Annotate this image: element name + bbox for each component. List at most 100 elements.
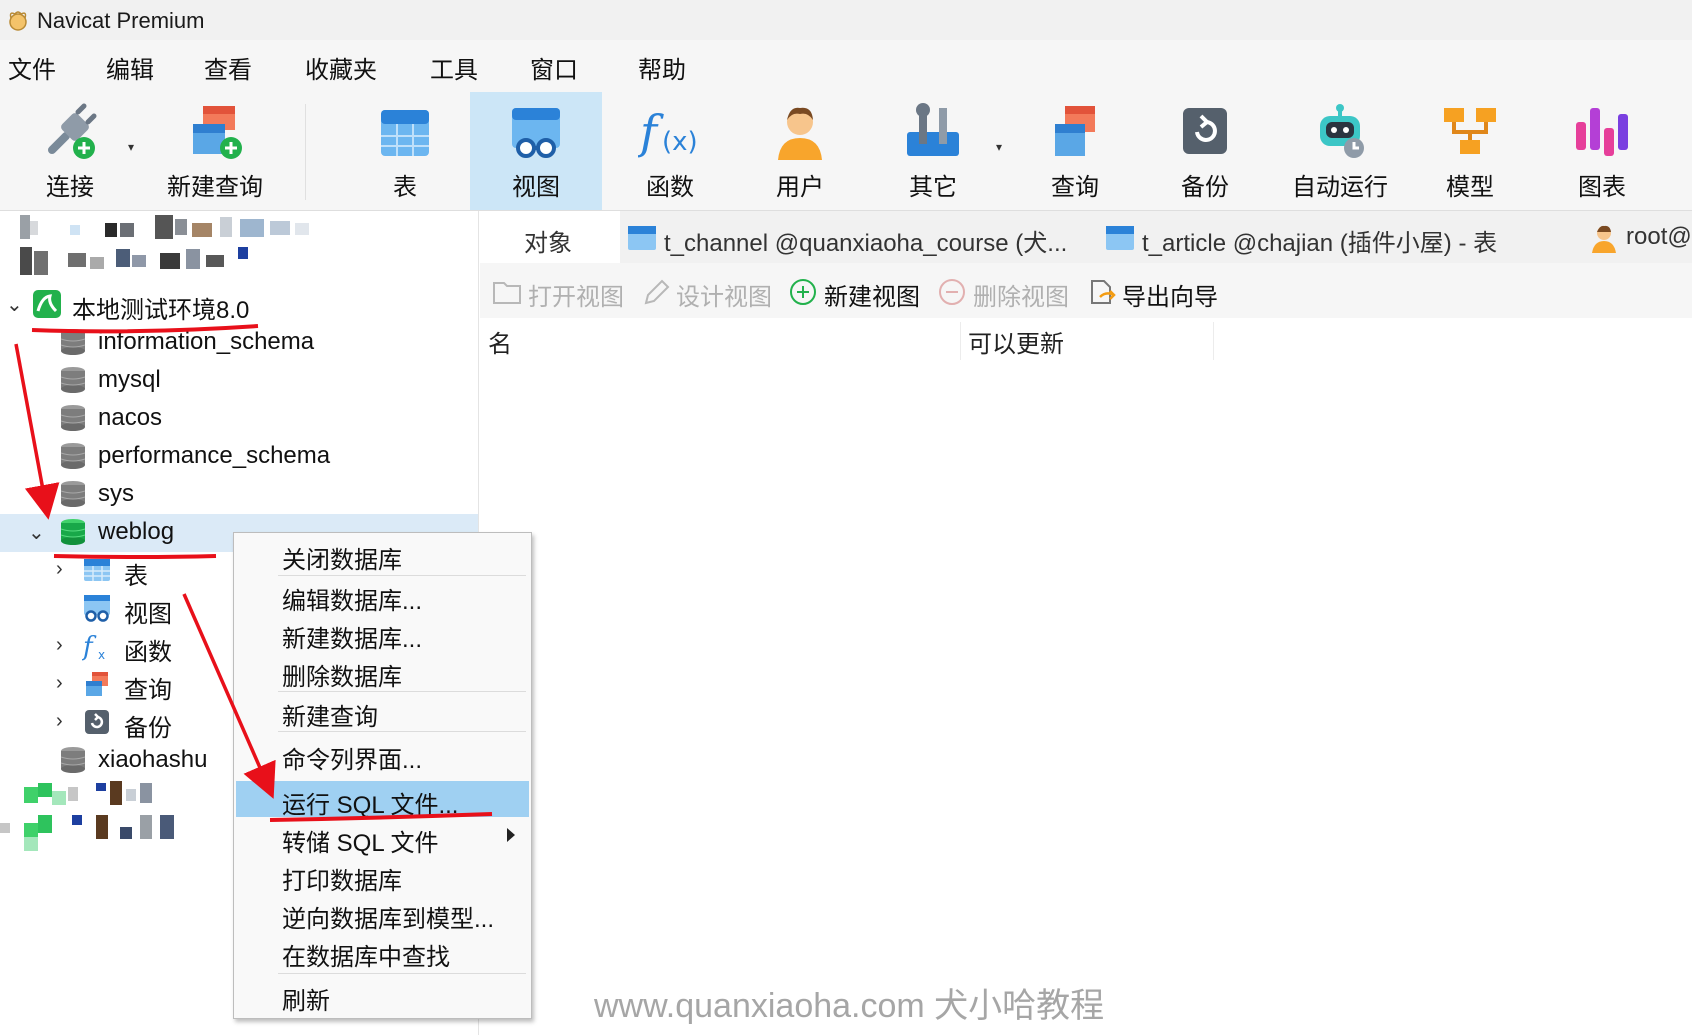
design-view-label: 设计视图 — [676, 284, 772, 311]
menu-separator — [278, 973, 526, 974]
menu-item-reverse-to-model[interactable]: 逆向数据库到模型... — [236, 895, 529, 933]
menu-item-refresh[interactable]: 刷新 — [236, 977, 529, 1015]
column-divider — [1213, 322, 1214, 360]
svg-text:f: f — [638, 105, 664, 159]
column-header-updatable[interactable]: 可以更新 — [968, 324, 1064, 359]
toolbar-chart-button[interactable]: 图表 — [1537, 92, 1667, 210]
menu-item-label: 删除数据库 — [282, 664, 402, 691]
design-view-button[interactable]: 设计视图 — [640, 277, 772, 312]
chevron-down-icon[interactable]: ⌄ — [28, 520, 45, 545]
title-bar: Navicat Premium — [0, 0, 1692, 40]
delete-view-button[interactable]: 删除视图 — [937, 277, 1069, 312]
tab-root-user[interactable]: root@ — [1580, 211, 1692, 263]
user-icon — [778, 107, 822, 160]
export-wizard-button[interactable]: 导出向导 — [1086, 277, 1218, 312]
menu-item-new-database[interactable]: 新建数据库... — [236, 615, 529, 653]
toolbar-connect-button[interactable]: 连接 — [10, 92, 130, 210]
blurred-connection-row — [20, 215, 320, 239]
toolbar-backup-button[interactable]: 备份 — [1140, 92, 1270, 210]
toolbar-model-button[interactable]: 模型 — [1405, 92, 1535, 210]
database-icon — [60, 747, 86, 773]
connect-dropdown-arrow[interactable]: ▾ — [128, 92, 140, 210]
toolbar-function-button[interactable]: f (x) 函数 — [605, 92, 735, 210]
open-view-button[interactable]: 打开视图 — [492, 277, 624, 312]
object-list-header: 名 可以更新 — [480, 318, 1692, 364]
menu-window[interactable]: 窗口 — [530, 50, 578, 85]
menu-item-dump-sql-file[interactable]: 转储 SQL 文件 — [236, 819, 529, 857]
database-icon — [60, 329, 86, 355]
toolbar-query-label: 查询 — [1051, 174, 1099, 201]
database-name: weblog — [98, 518, 175, 545]
menu-item-label: 刷新 — [282, 988, 330, 1015]
toolbar-other-label: 其它 — [909, 174, 957, 201]
menu-item-run-sql-file[interactable]: 运行 SQL 文件... — [236, 781, 529, 819]
menu-item-label: 转储 SQL 文件 — [282, 830, 439, 857]
chevron-right-icon[interactable]: › — [56, 672, 63, 695]
toolbar-table-button[interactable]: 表 — [340, 92, 470, 210]
menu-favorites[interactable]: 收藏夹 — [305, 50, 377, 85]
menu-item-close-database[interactable]: 关闭数据库 — [236, 536, 529, 574]
new-view-button[interactable]: 新建视图 — [788, 277, 920, 312]
other-dropdown-arrow[interactable]: ▾ — [996, 92, 1008, 210]
menu-tools[interactable]: 工具 — [430, 50, 478, 85]
menu-item-new-query[interactable]: 新建查询 — [236, 693, 529, 731]
model-icon — [1444, 108, 1496, 154]
minus-circle-icon — [939, 279, 965, 305]
object-toolbar: 打开视图 设计视图 新建视图 删除视图 导出向导 — [480, 263, 1692, 318]
menu-item-label: 新建数据库... — [282, 626, 423, 653]
submenu-arrow-icon — [507, 828, 515, 842]
chevron-right-icon[interactable]: › — [56, 710, 63, 733]
toolbar-automation-button[interactable]: 自动运行 — [1270, 92, 1410, 210]
tree-db-information-schema[interactable]: information_schema — [0, 324, 478, 362]
backup-icon — [1183, 108, 1227, 154]
menu-item-find-in-database[interactable]: 在数据库中查找 — [236, 933, 529, 971]
column-header-name[interactable]: 名 — [488, 324, 512, 359]
tab-label: 对象 — [524, 230, 572, 257]
toolbar-user-button[interactable]: 用户 — [735, 92, 865, 210]
menu-edit[interactable]: 编辑 — [106, 50, 154, 85]
menu-item-label: 命令列界面... — [282, 747, 423, 774]
tab-t-channel[interactable]: t_channel @quanxiaoha_course (犬... — [624, 211, 1074, 263]
toolbar-backup-label: 备份 — [1181, 174, 1229, 201]
table-icon — [1106, 226, 1134, 250]
toolbar-other-button[interactable]: 其它 — [868, 92, 998, 210]
svg-text:(x): (x) — [662, 127, 698, 157]
chevron-right-icon[interactable]: › — [56, 558, 63, 581]
menu-item-edit-database[interactable]: 编辑数据库... — [236, 577, 529, 615]
toolbar-connect-label: 连接 — [46, 174, 94, 201]
tab-label: t_article @chajian (插件小屋) - 表 — [1142, 230, 1498, 257]
tree-db-sys[interactable]: sys — [0, 476, 478, 514]
database-icon — [60, 443, 86, 469]
query-icon — [86, 672, 108, 696]
database-icon — [60, 367, 86, 393]
tree-db-nacos[interactable]: nacos — [0, 400, 478, 438]
toolbar-view-button[interactable]: 视图 — [470, 92, 602, 210]
menu-item-print-database[interactable]: 打印数据库 — [236, 857, 529, 895]
tree-db-mysql[interactable]: mysql — [0, 362, 478, 400]
tab-t-article[interactable]: t_article @chajian (插件小屋) - 表 — [1102, 211, 1557, 263]
tree-connection-local[interactable]: ⌄ 本地测试环境8.0 — [0, 286, 478, 324]
column-divider — [960, 322, 961, 360]
window-title: Navicat Premium — [37, 8, 205, 33]
chevron-right-icon[interactable]: › — [56, 634, 63, 657]
tab-objects[interactable]: 对象 — [480, 211, 620, 263]
chart-icon — [1576, 108, 1628, 156]
database-icon — [60, 405, 86, 431]
toolbar-new-query-label: 新建查询 — [167, 174, 263, 201]
pixelated-text — [20, 247, 248, 275]
pixelated-text — [0, 781, 174, 851]
folder-open-icon — [493, 282, 521, 304]
chevron-down-icon[interactable]: ⌄ — [6, 292, 23, 317]
menu-file[interactable]: 文件 — [8, 50, 56, 85]
menu-item-command-line[interactable]: 命令列界面... — [236, 736, 529, 774]
backup-icon — [85, 710, 109, 734]
tree-db-performance-schema[interactable]: performance_schema — [0, 438, 478, 476]
toolbar-separator — [305, 104, 306, 200]
toolbar-new-query-button[interactable]: 新建查询 — [150, 92, 280, 210]
menu-separator — [278, 575, 526, 576]
menu-help[interactable]: 帮助 — [638, 50, 686, 85]
toolbar-query-button[interactable]: 查询 — [1010, 92, 1140, 210]
menu-view[interactable]: 查看 — [204, 50, 252, 85]
robot-icon — [1320, 104, 1364, 158]
menu-item-delete-database[interactable]: 删除数据库 — [236, 653, 529, 691]
